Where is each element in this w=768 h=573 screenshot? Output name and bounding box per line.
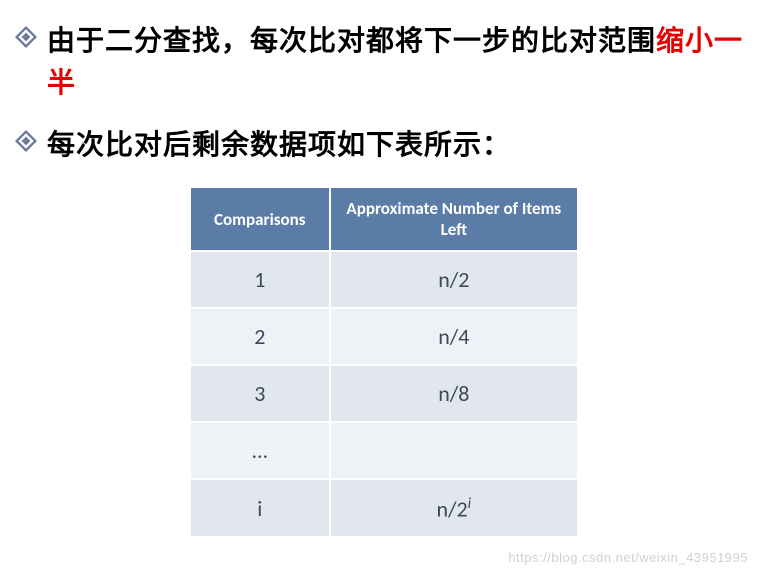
cell-items-left <box>330 422 578 479</box>
bullet-1-part1: 由于二分查找，每次比对都将下一步的比对范围 <box>47 25 656 56</box>
table-row: ... <box>190 422 578 479</box>
table-row: i n/2i <box>190 479 578 537</box>
bullet-point-2: 每次比对后剩余数据项如下表所示： <box>15 124 753 166</box>
bullet-2-text: 每次比对后剩余数据项如下表所示： <box>47 124 511 166</box>
table-row: 2 n/4 <box>190 308 578 365</box>
cell-items-left: n/2i <box>330 479 578 537</box>
cell-comparisons: ... <box>190 422 330 479</box>
cell-comparisons: 2 <box>190 308 330 365</box>
cell-items-left: n/2 <box>330 251 578 308</box>
diamond-bullet-icon <box>15 130 37 152</box>
bullet-1-text: 由于二分查找，每次比对都将下一步的比对范围缩小一半 <box>47 20 753 104</box>
table-row: 1 n/2 <box>190 251 578 308</box>
header-comparisons: Comparisons <box>190 187 330 251</box>
header-items-left: Approximate Number of Items Left <box>330 187 578 251</box>
cell-comparisons: 3 <box>190 365 330 422</box>
table-row: 3 n/8 <box>190 365 578 422</box>
comparison-table: Comparisons Approximate Number of Items … <box>189 186 579 538</box>
cell-comparisons: 1 <box>190 251 330 308</box>
bullet-point-1: 由于二分查找，每次比对都将下一步的比对范围缩小一半 <box>15 20 753 104</box>
cell-comparisons: i <box>190 479 330 537</box>
watermark: https://blog.csdn.net/weixin_43951995 <box>508 550 748 565</box>
cell-items-left: n/4 <box>330 308 578 365</box>
diamond-bullet-icon <box>15 26 37 48</box>
table-container: Comparisons Approximate Number of Items … <box>15 186 753 538</box>
table-header-row: Comparisons Approximate Number of Items … <box>190 187 578 251</box>
cell-items-left: n/8 <box>330 365 578 422</box>
